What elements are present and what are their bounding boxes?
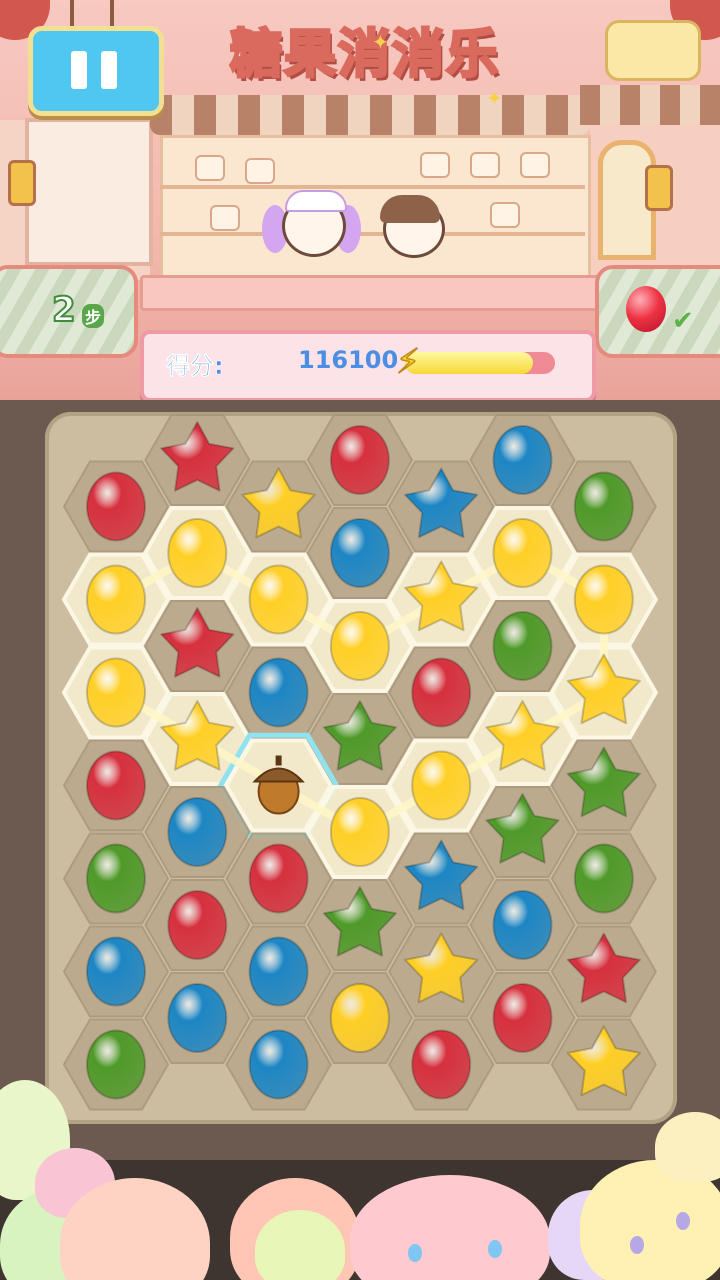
yellow-candy[interactable] (492, 518, 553, 588)
blue-candy[interactable] (167, 983, 228, 1053)
mascot-chick (255, 1210, 345, 1280)
green-candy[interactable] (492, 611, 553, 681)
yellow-candy[interactable] (329, 611, 390, 681)
mascot-eye (408, 1244, 422, 1262)
green-candy[interactable] (573, 843, 634, 914)
yellow-candy[interactable] (411, 750, 472, 821)
yellow-candy[interactable] (248, 564, 309, 635)
blue-candy[interactable] (492, 890, 553, 960)
blue-candy[interactable] (248, 657, 309, 728)
blue-candy[interactable] (167, 797, 228, 867)
mascot-eye (488, 1240, 502, 1258)
mascot-eye (630, 1236, 644, 1254)
red-candy[interactable] (248, 843, 309, 914)
red-candy[interactable] (86, 471, 146, 542)
blue-candy[interactable] (248, 936, 309, 1007)
yellow-candy[interactable] (167, 518, 228, 588)
red-candy[interactable] (411, 1029, 472, 1100)
blue-candy[interactable] (86, 936, 146, 1007)
game-screen: 糖果消消乐 ✦ ✦ 2 步 ✔ 得分: 116100 ⚡ (0, 0, 720, 1280)
blue-candy[interactable] (329, 518, 390, 588)
green-candy[interactable] (86, 1029, 146, 1100)
red-candy[interactable] (411, 657, 472, 728)
red-candy[interactable] (86, 750, 146, 821)
yellow-candy[interactable] (86, 657, 146, 728)
blue-candy[interactable] (492, 425, 553, 495)
board-grid (61, 414, 659, 1111)
blue-candy[interactable] (248, 1029, 309, 1100)
yellow-candy[interactable] (86, 564, 146, 635)
mascot-yellow (655, 1112, 720, 1182)
yellow-candy[interactable] (329, 797, 390, 867)
red-candy[interactable] (329, 425, 390, 495)
green-candy[interactable] (573, 471, 634, 542)
red-candy[interactable] (492, 983, 553, 1053)
acorn-stem (275, 755, 282, 766)
yellow-candy[interactable] (329, 983, 390, 1053)
green-candy[interactable] (86, 843, 146, 914)
yellow-candy[interactable] (573, 564, 634, 635)
mascot-eye (676, 1212, 690, 1230)
red-candy[interactable] (167, 890, 228, 960)
